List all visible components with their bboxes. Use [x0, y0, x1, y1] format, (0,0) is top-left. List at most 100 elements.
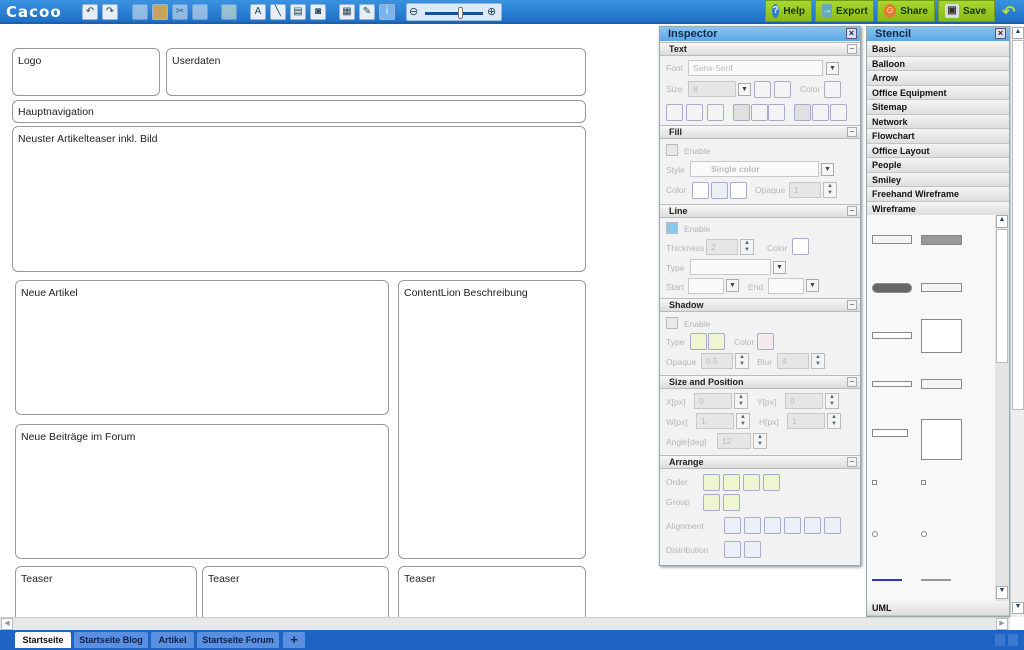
wf-checkbox-checked[interactable] — [921, 480, 926, 485]
share-button[interactable]: ☺ Share — [877, 0, 935, 22]
line-tool-icon[interactable]: ╲ — [270, 4, 286, 20]
canvas-horizontal-scrollbar[interactable]: ◀ ▶ — [0, 617, 1010, 630]
ungroup-button[interactable] — [723, 494, 740, 511]
fill-opaque-input[interactable]: 1 — [789, 182, 821, 198]
line-color-button[interactable] — [792, 238, 809, 255]
section-text[interactable]: Text − — [660, 42, 860, 56]
zoom-handle[interactable] — [458, 7, 463, 19]
font-grow-icon[interactable] — [754, 81, 771, 98]
y-input[interactable]: 0 — [785, 393, 823, 409]
scroll-thumb[interactable] — [996, 229, 1008, 363]
stencil-title[interactable]: Stencil × — [867, 27, 1009, 41]
wf-text-input[interactable] — [872, 332, 912, 339]
valign-bottom-button[interactable] — [830, 104, 847, 121]
stencil-category-uml[interactable]: UML — [867, 601, 1009, 616]
stencil-category-smiley[interactable]: Smiley — [867, 172, 1009, 187]
stencil-category-office-equipment[interactable]: Office Equipment — [867, 85, 1009, 100]
valign-middle-button[interactable] — [812, 104, 829, 121]
section-line[interactable]: Line − — [660, 204, 860, 218]
wf-dropdown[interactable] — [921, 379, 962, 389]
italic-button[interactable] — [686, 104, 703, 121]
stencil-category-network[interactable]: Network — [867, 114, 1009, 129]
underline-button[interactable] — [707, 104, 724, 121]
wf-spinner[interactable] — [872, 429, 908, 437]
align-center-button[interactable] — [751, 104, 768, 121]
group-icon[interactable] — [221, 4, 237, 20]
stencil-scrollbar[interactable]: ▲ ▼ — [995, 215, 1009, 601]
align-left-button[interactable] — [784, 517, 801, 534]
wf-link[interactable] — [872, 579, 902, 581]
shape-artikelteaser[interactable]: Neuster Artikelteaser inkl. Bild — [12, 126, 586, 272]
stencil-category-wireframe[interactable]: Wireframe — [867, 201, 1009, 216]
collapse-icon[interactable]: − — [847, 457, 857, 467]
thickness-input[interactable]: 2 — [706, 239, 738, 255]
chevron-down-icon[interactable]: ▼ — [821, 163, 834, 176]
tab-scroll-right[interactable] — [1008, 634, 1018, 646]
zoom-out-icon[interactable]: ⊖ — [409, 5, 418, 18]
line-enable-checkbox[interactable] — [666, 222, 678, 234]
zoom-slider[interactable]: ⊖ ⊕ — [406, 3, 502, 21]
group-button[interactable] — [703, 494, 720, 511]
spinner-icon[interactable]: ▲ ▼ — [735, 353, 749, 369]
valign-top-button[interactable] — [794, 104, 811, 121]
blur-input[interactable]: 4 — [777, 353, 809, 369]
chevron-down-icon[interactable]: ▼ — [806, 279, 819, 292]
delete-icon[interactable] — [192, 4, 208, 20]
align-right-button[interactable] — [824, 517, 841, 534]
line-start-select[interactable] — [688, 278, 724, 294]
canvas-vertical-scrollbar[interactable]: ▲ ▼ — [1010, 26, 1024, 617]
align-middle-button[interactable] — [744, 517, 761, 534]
wf-listbox[interactable] — [921, 419, 962, 460]
info-icon[interactable]: i — [379, 4, 395, 20]
scroll-thumb[interactable] — [1012, 40, 1024, 410]
wf-round-button[interactable] — [872, 283, 912, 293]
text-tool-icon[interactable]: A — [250, 4, 266, 20]
distribute-horizontal-button[interactable] — [724, 541, 741, 558]
collapse-icon[interactable]: − — [847, 44, 857, 54]
add-tab-button[interactable]: + — [283, 632, 305, 648]
collapse-icon[interactable]: − — [847, 206, 857, 216]
size-input[interactable]: 8 — [688, 81, 736, 97]
copy-icon[interactable] — [132, 4, 148, 20]
inspector-title[interactable]: Inspector × — [660, 27, 860, 41]
cut-icon[interactable]: ✂ — [172, 4, 188, 20]
tab-startseite[interactable]: Startseite — [15, 632, 71, 648]
font-select[interactable]: Sans-Serif — [688, 60, 823, 76]
spinner-icon[interactable]: ▲ ▼ — [753, 433, 767, 449]
line-end-select[interactable] — [768, 278, 804, 294]
swap-colors-icon[interactable] — [711, 182, 728, 199]
close-icon[interactable]: × — [846, 28, 857, 39]
h-input[interactable]: 1 — [787, 413, 825, 429]
redo-icon[interactable]: ↷ — [102, 4, 118, 20]
align-right-button[interactable] — [768, 104, 785, 121]
spinner-icon[interactable]: ▲ ▼ — [811, 353, 825, 369]
tab-artikel[interactable]: Artikel — [151, 632, 194, 648]
align-left-button[interactable] — [733, 104, 750, 121]
help-button[interactable]: ? Help — [765, 0, 812, 22]
chevron-down-icon[interactable]: ▼ — [826, 62, 839, 75]
shadow-opaque-input[interactable]: 0.5 — [701, 353, 733, 369]
section-shadow[interactable]: Shadow − — [660, 298, 860, 312]
stencil-category-basic[interactable]: Basic — [867, 42, 1009, 57]
wf-checkbox[interactable] — [872, 480, 877, 485]
align-top-button[interactable] — [724, 517, 741, 534]
spinner-icon[interactable]: ▲ ▼ — [736, 413, 750, 429]
chevron-down-icon[interactable]: ▼ — [738, 83, 751, 96]
fill-color-button[interactable] — [692, 182, 709, 199]
tab-scroll-left[interactable] — [995, 634, 1005, 646]
shape-neue-artikel[interactable]: Neue Artikel — [15, 280, 389, 415]
revert-icon[interactable]: ↶ — [1002, 2, 1015, 22]
spinner-icon[interactable]: ▲ ▼ — [734, 393, 748, 409]
distribute-vertical-button[interactable] — [744, 541, 761, 558]
fill-enable-checkbox[interactable] — [666, 144, 678, 156]
undo-icon[interactable]: ↶ — [82, 4, 98, 20]
shape-contentlion-beschreibung[interactable]: ContentLion Beschreibung — [398, 280, 586, 559]
font-shrink-icon[interactable] — [774, 81, 791, 98]
wf-button[interactable] — [872, 235, 912, 244]
shape-neue-beitraege[interactable]: Neue Beiträge im Forum — [15, 424, 389, 559]
collapse-icon[interactable]: − — [847, 300, 857, 310]
tab-startseite-blog[interactable]: Startseite Blog — [74, 632, 148, 648]
bold-button[interactable] — [666, 104, 683, 121]
send-back-button[interactable] — [763, 474, 780, 491]
section-arrange[interactable]: Arrange − — [660, 455, 860, 469]
